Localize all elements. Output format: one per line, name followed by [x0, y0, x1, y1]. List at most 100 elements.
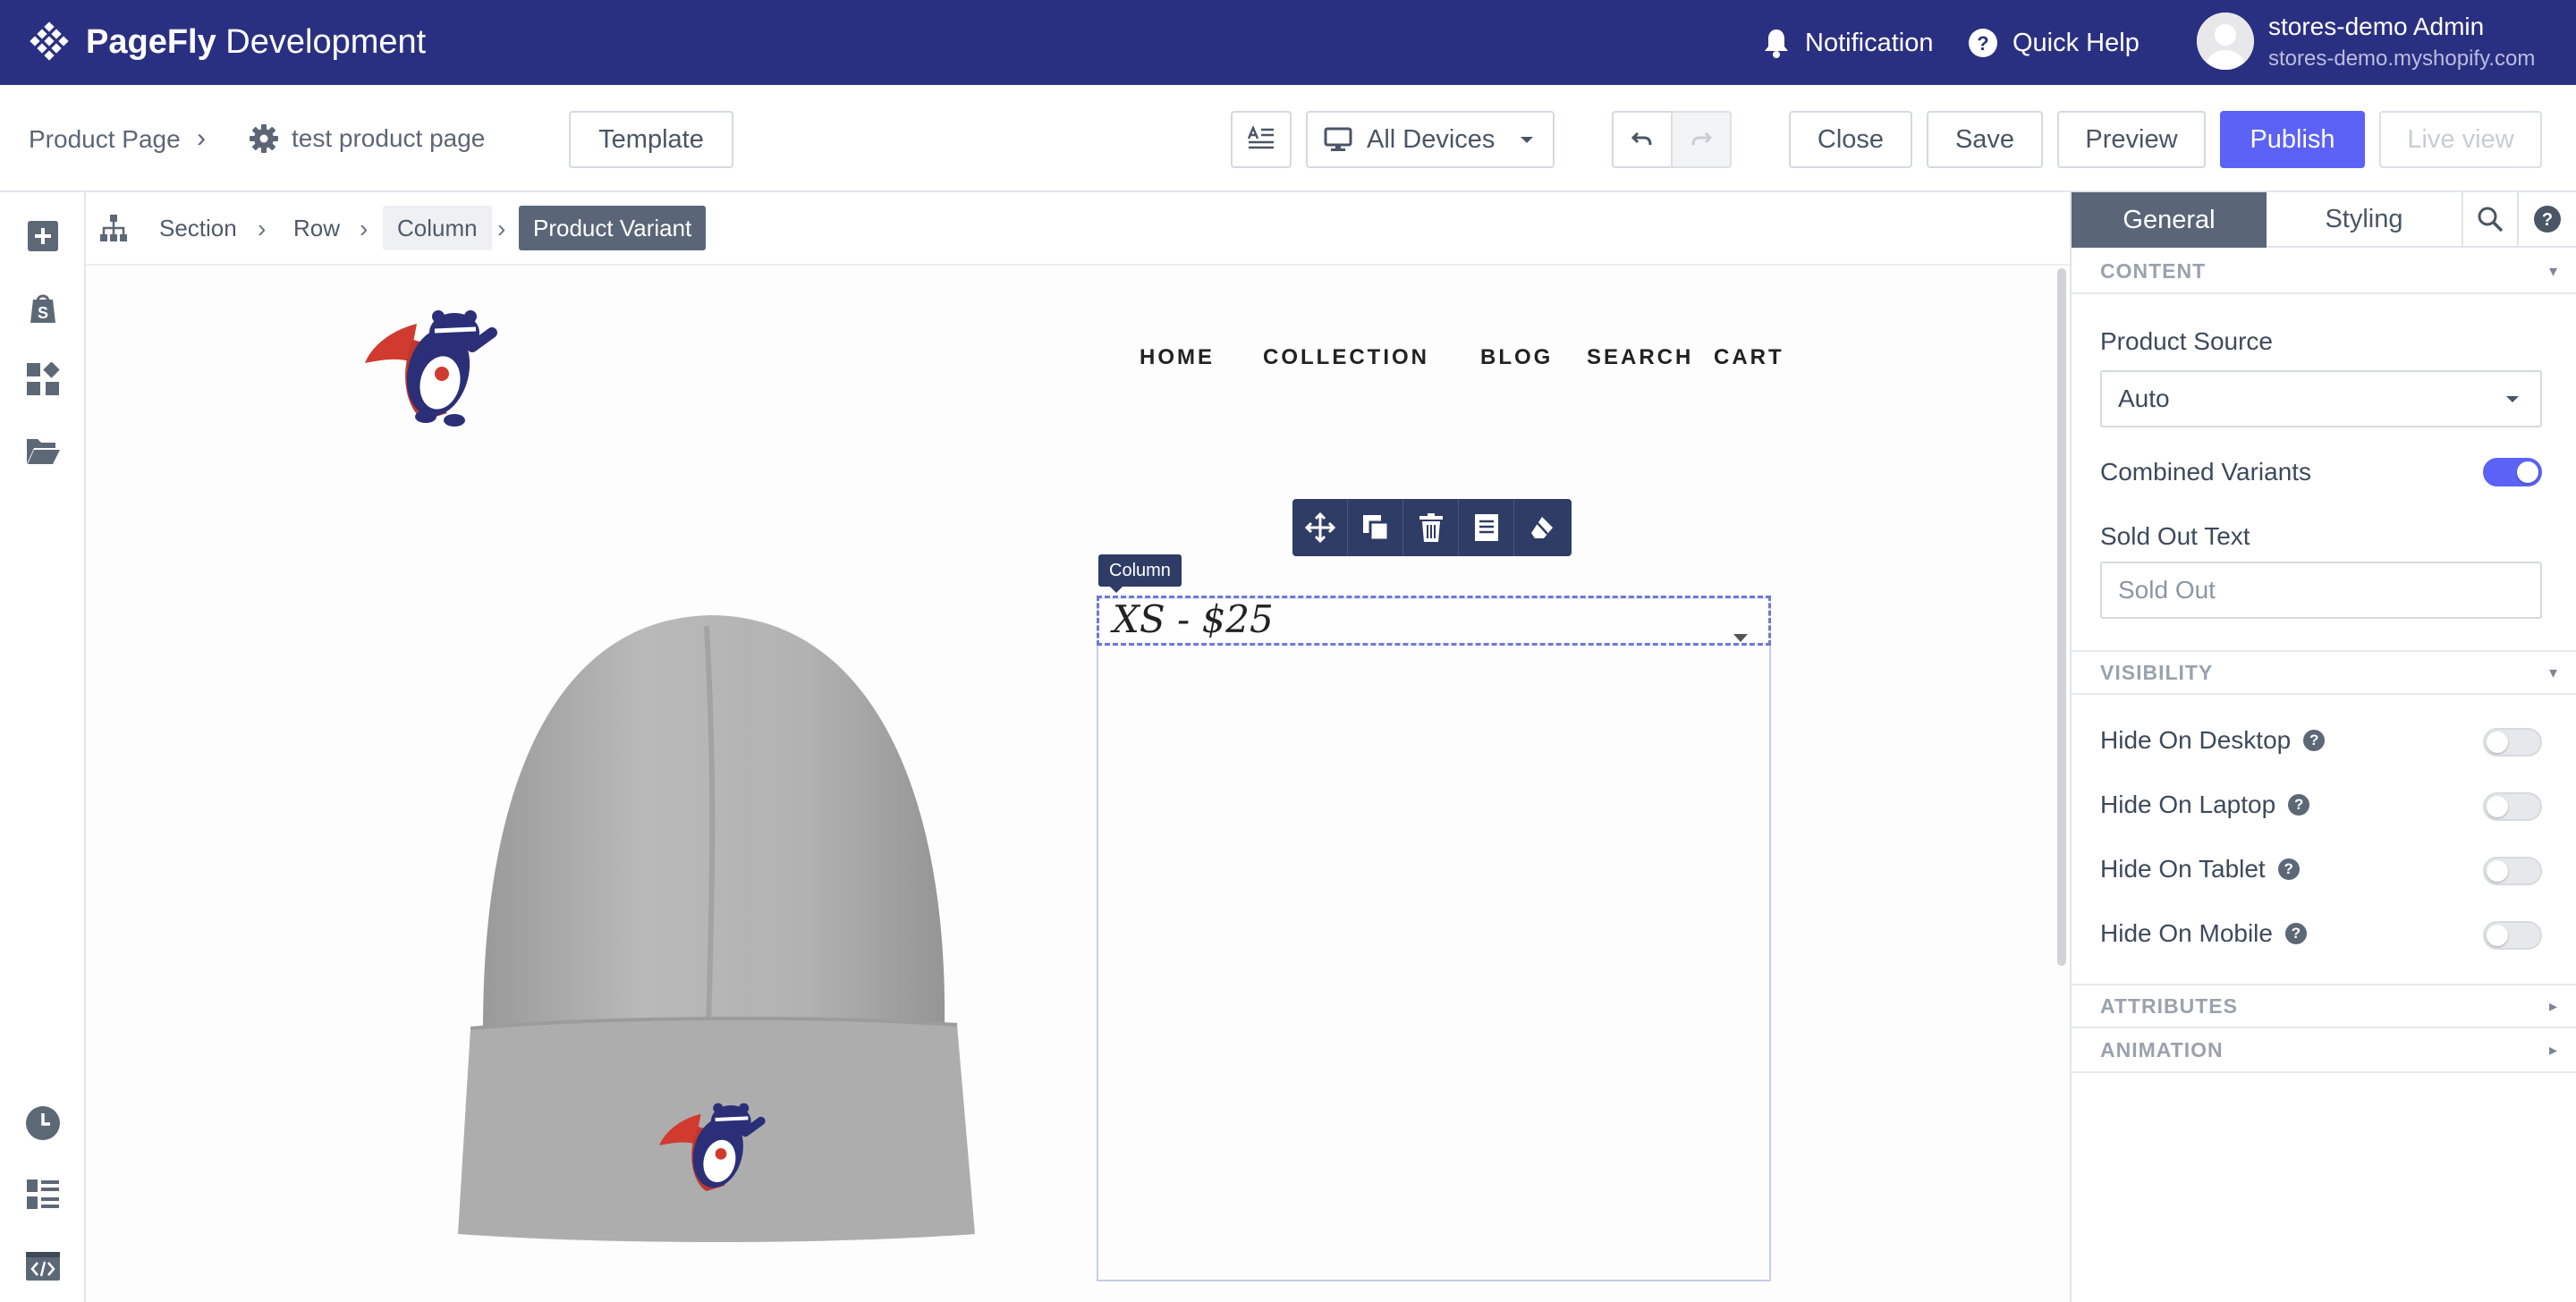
bell-icon: [1765, 30, 1788, 58]
path-product-variant[interactable]: Product Variant: [519, 206, 707, 250]
duplicate-icon[interactable]: [1348, 499, 1403, 556]
svg-text:S: S: [38, 304, 48, 322]
column-label-pointer: [1109, 586, 1123, 593]
tab-general[interactable]: General: [2072, 192, 2267, 248]
combined-variants-toggle[interactable]: [2483, 458, 2542, 486]
page-settings[interactable]: test product page: [249, 123, 485, 154]
bear-mascot-icon: [365, 310, 497, 427]
hide-on-laptop-label: Hide On Laptop ?: [2100, 790, 2310, 819]
element-action-toolbar: [1292, 499, 1572, 556]
hide-on-laptop-text: Hide On Laptop: [2100, 790, 2276, 818]
section-attributes-title: ATTRIBUTES: [2100, 993, 2238, 1018]
path-chevron-icon: ›: [258, 215, 267, 242]
caret-right-icon: ▸: [2548, 1040, 2558, 1059]
path-row[interactable]: Row: [279, 206, 354, 250]
section-content-header[interactable]: CONTENT ▾: [2072, 249, 2576, 294]
brand[interactable]: PageFly Development: [29, 20, 426, 64]
user-store: stores-demo.myshopify.com: [2268, 46, 2536, 71]
column-label-tag: Column: [1098, 554, 1182, 587]
code-icon[interactable]: [23, 1247, 63, 1286]
hide-on-tablet-text: Hide On Tablet: [2100, 855, 2266, 883]
help-icon[interactable]: ?: [2303, 730, 2326, 751]
folder-icon[interactable]: [23, 431, 63, 470]
hide-on-laptop-toggle[interactable]: [2483, 792, 2542, 821]
sold-out-text-label: Sold Out Text: [2100, 522, 2250, 550]
pagefly-logo-icon: [30, 21, 69, 61]
user-avatar-icon: [2197, 13, 2254, 70]
store-nav-collection[interactable]: COLLECTION: [1263, 345, 1429, 370]
section-animation-header[interactable]: ANIMATION ▸: [2072, 1028, 2576, 1073]
store-nav-cart[interactable]: CART: [1714, 345, 1784, 370]
help-icon[interactable]: ?: [2284, 923, 2307, 944]
monitor-icon: [1324, 127, 1352, 151]
store-logo[interactable]: [361, 295, 504, 434]
preview-button[interactable]: Preview: [2057, 111, 2206, 168]
product-source-label: Product Source: [2100, 327, 2273, 355]
device-select[interactable]: All Devices: [1306, 111, 1555, 168]
canvas-scrollbar[interactable]: [2057, 268, 2066, 966]
eraser-icon[interactable]: [1514, 499, 1570, 556]
svg-text:?: ?: [2542, 210, 2553, 230]
undo-button[interactable]: [1612, 111, 1673, 168]
close-button[interactable]: Close: [1789, 111, 1912, 168]
breadcrumb-product-page[interactable]: Product Page: [29, 125, 181, 154]
template-button[interactable]: Template: [569, 111, 733, 168]
shopify-bag-icon[interactable]: S: [23, 288, 63, 327]
search-icon: [2478, 207, 2504, 232]
product-image[interactable]: [447, 608, 984, 1256]
device-select-label: All Devices: [1367, 124, 1496, 154]
help-circle-icon: ?: [1969, 29, 1997, 57]
path-column[interactable]: Column: [383, 206, 492, 250]
hide-on-desktop-text: Hide On Desktop: [2100, 726, 2292, 754]
history-icon[interactable]: [23, 1103, 63, 1143]
save-snippet-icon[interactable]: [1459, 499, 1514, 556]
sitemap-icon[interactable]: [98, 213, 129, 248]
page-name: test product page: [292, 124, 486, 152]
notification-button[interactable]: Notification: [1762, 23, 1933, 63]
add-element-icon[interactable]: [23, 216, 63, 256]
breadcrumb-chevron-icon: ›: [197, 123, 206, 153]
redo-icon: [1691, 131, 1713, 146]
product-variant-value: XS - $25: [1113, 597, 1274, 641]
panel-search-button[interactable]: [2462, 192, 2517, 248]
beanie-image: [458, 615, 975, 1242]
product-source-select[interactable]: Auto: [2100, 370, 2542, 427]
hide-on-desktop-toggle[interactable]: [2483, 728, 2542, 757]
section-visibility-header[interactable]: VISIBILITY ▾: [2072, 650, 2576, 695]
apps-icon[interactable]: [23, 359, 63, 399]
hide-on-mobile-toggle[interactable]: [2483, 921, 2542, 950]
redo-button[interactable]: [1671, 111, 1732, 168]
text-style-button[interactable]: [1231, 111, 1292, 168]
hide-on-tablet-toggle[interactable]: [2483, 857, 2542, 885]
move-icon[interactable]: [1292, 499, 1348, 556]
sold-out-text-input[interactable]: Sold Out: [2100, 562, 2542, 619]
path-chevron-icon: ›: [497, 215, 506, 242]
svg-text:?: ?: [1977, 32, 1988, 55]
store-nav-home[interactable]: HOME: [1140, 345, 1215, 370]
section-visibility-title: VISIBILITY: [2100, 660, 2214, 684]
section-attributes-header[interactable]: ATTRIBUTES ▸: [2072, 984, 2576, 1028]
user-name[interactable]: stores-demo Admin: [2268, 13, 2484, 41]
quick-help-button[interactable]: ? Quick Help: [1968, 23, 2140, 63]
panel-help-button[interactable]: ?: [2517, 192, 2576, 248]
hide-on-mobile-text: Hide On Mobile: [2100, 919, 2273, 947]
save-button[interactable]: Save: [1927, 111, 2043, 168]
column-container[interactable]: [1097, 597, 1771, 1281]
live-view-button[interactable]: Live view: [2379, 111, 2542, 168]
help-circle-icon: ?: [2534, 206, 2561, 232]
section-animation-title: ANIMATION: [2100, 1037, 2224, 1061]
caret-down-icon: ▾: [2548, 261, 2558, 280]
layers-icon[interactable]: [23, 1175, 63, 1214]
help-icon[interactable]: ?: [2288, 794, 2310, 816]
tab-styling[interactable]: Styling: [2267, 192, 2462, 248]
delete-icon[interactable]: [1403, 499, 1459, 556]
store-nav-blog[interactable]: BLOG: [1480, 345, 1553, 370]
publish-button[interactable]: Publish: [2220, 111, 2365, 168]
hide-on-desktop-label: Hide On Desktop ?: [2100, 726, 2326, 755]
text-align-icon: [1247, 126, 1274, 149]
path-section[interactable]: Section: [145, 206, 251, 250]
store-nav-search[interactable]: SEARCH: [1587, 345, 1693, 370]
caret-right-icon: ▸: [2548, 996, 2558, 1015]
avatar[interactable]: [2197, 13, 2254, 70]
help-icon[interactable]: ?: [2277, 858, 2300, 880]
